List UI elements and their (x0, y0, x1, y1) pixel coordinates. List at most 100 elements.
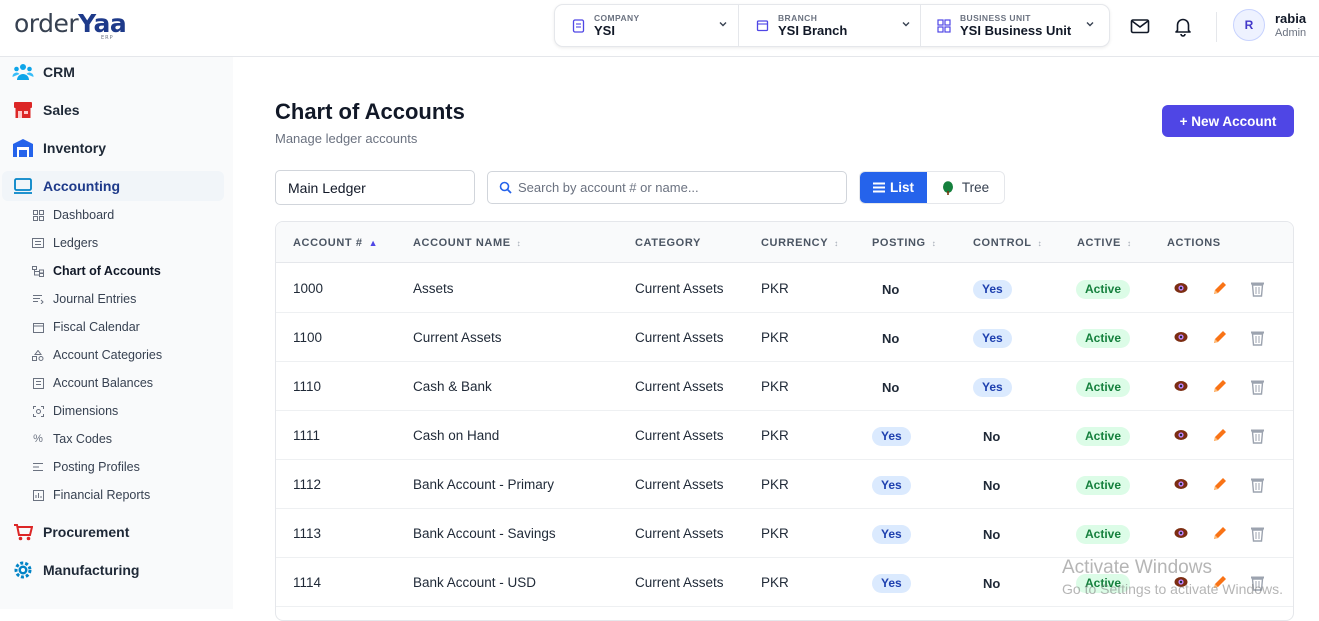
column-label: ACCOUNT NAME (413, 237, 511, 249)
sidebar-item-sales[interactable]: Sales (0, 95, 233, 125)
edit-icon[interactable] (1210, 377, 1228, 395)
table-row[interactable]: 1100 Current Assets Current Assets PKR No Yes… (276, 313, 1293, 362)
column-account-number[interactable]: ACCOUNT # ▲ (293, 237, 378, 249)
sidebar-subitem-label: Account Categories (53, 348, 163, 362)
user-name: rabia (1275, 11, 1307, 26)
sidebar-subitem-dashboard[interactable]: Dashboard (32, 204, 232, 226)
delete-icon[interactable] (1248, 377, 1266, 395)
column-active[interactable]: ACTIVE ↕ (1077, 237, 1132, 249)
column-currency[interactable]: CURRENCY ↕ (761, 237, 839, 249)
cart-icon (12, 521, 34, 543)
sidebar-item-label: Sales (43, 102, 80, 118)
sidebar-item-crm[interactable]: CRM (0, 57, 233, 87)
view-icon[interactable] (1172, 524, 1190, 542)
page-title: Chart of Accounts (275, 99, 465, 124)
list-view-button[interactable]: List (860, 172, 927, 203)
account-currency: PKR (761, 379, 789, 394)
account-currency: PKR (761, 477, 789, 492)
sidebar-subitem-label: Posting Profiles (53, 460, 140, 474)
column-control[interactable]: CONTROL ↕ (973, 237, 1042, 249)
edit-icon[interactable] (1210, 279, 1228, 297)
list-view-label: List (889, 180, 914, 195)
logo[interactable]: orderYaa (14, 9, 127, 38)
mail-icon[interactable] (1129, 15, 1151, 37)
account-name: Current Assets (413, 330, 502, 345)
control-value: No (983, 429, 1001, 444)
view-icon[interactable] (1172, 377, 1190, 395)
sidebar-subitem-label: Ledgers (53, 236, 99, 250)
view-icon[interactable] (1172, 328, 1190, 346)
edit-icon[interactable] (1210, 475, 1228, 493)
search-input[interactable]: Search by account # or name... (487, 171, 847, 204)
column-label: CATEGORY (635, 237, 701, 249)
avatar[interactable]: R (1233, 9, 1265, 41)
sidebar-subitem-ledgers[interactable]: Ledgers (32, 232, 232, 254)
sidebar-subitem-chart-of-accounts[interactable]: Chart of Accounts (32, 260, 232, 282)
account-category: Current Assets (635, 477, 724, 492)
tree-view-button[interactable]: Tree (927, 172, 1004, 203)
table-row[interactable]: 1112 Bank Account - Primary Current Assets… (276, 460, 1293, 509)
account-number: 1112 (293, 477, 322, 492)
sidebar-item-accounting[interactable]: Accounting (2, 171, 224, 201)
sidebar-subitem-label: Financial Reports (53, 488, 151, 502)
new-account-button[interactable]: + New Account (1162, 105, 1294, 137)
view-icon[interactable] (1172, 475, 1190, 493)
sidebar-item-procurement[interactable]: Procurement (0, 517, 233, 547)
status-badge: Active (1076, 476, 1131, 495)
sidebar-subitem-journal-entries[interactable]: Journal Entries (32, 288, 232, 310)
delete-icon[interactable] (1248, 475, 1266, 493)
business-unit-selector[interactable]: BUSINESS UNIT YSI Business Unit (920, 5, 1109, 46)
sidebar-subitem-dimensions[interactable]: Dimensions (32, 400, 232, 422)
table-row[interactable]: 1000 Assets Current Assets PKR No Yes Active (276, 264, 1293, 313)
sidebar-item-inventory[interactable]: Inventory (0, 133, 233, 163)
control-badge: Yes (973, 378, 1012, 397)
edit-icon[interactable] (1210, 426, 1228, 444)
account-number: 1113 (293, 526, 322, 541)
sidebar-subitem-label: Dimensions (53, 404, 119, 418)
delete-icon[interactable] (1248, 328, 1266, 346)
view-icon[interactable] (1172, 426, 1190, 444)
edit-icon[interactable] (1210, 524, 1228, 542)
sidebar-subitem-tax-codes[interactable]: % Tax Codes (32, 428, 232, 450)
delete-icon[interactable] (1248, 279, 1266, 297)
sidebar-item-manufacturing[interactable]: Manufacturing (0, 555, 233, 585)
dashboard-icon (32, 209, 44, 221)
account-category: Current Assets (635, 379, 724, 394)
sort-icon: ↕ (1126, 239, 1132, 248)
activation-watermark-title: Activate Windows (1062, 557, 1212, 578)
account-category: Current Assets (635, 330, 724, 345)
column-posting[interactable]: POSTING ↕ (872, 237, 936, 249)
column-label: ACTIONS (1167, 237, 1221, 249)
user-role: Admin (1275, 27, 1307, 39)
ledger-icon (32, 237, 44, 249)
status-badge: Active (1076, 280, 1131, 299)
delete-icon[interactable] (1248, 426, 1266, 444)
column-account-name[interactable]: ACCOUNT NAME ↕ (413, 237, 521, 249)
sidebar-item-label: Procurement (43, 524, 130, 540)
company-selector[interactable]: COMPANY YSI (555, 5, 738, 46)
column-label: ACCOUNT # (293, 237, 363, 249)
grid-icon (937, 18, 951, 33)
sidebar-subitem-fiscal-calendar[interactable]: Fiscal Calendar (32, 316, 232, 338)
view-icon[interactable] (1172, 279, 1190, 297)
chevron-down-icon (902, 22, 910, 27)
dimensions-icon (32, 405, 44, 417)
report-icon (32, 489, 44, 501)
account-category: Current Assets (635, 428, 724, 443)
branch-selector[interactable]: BRANCH YSI Branch (738, 5, 920, 46)
table-row[interactable]: 1111 Cash on Hand Current Assets PKR Yes No Ac… (276, 411, 1293, 460)
sidebar-subitem-account-balances[interactable]: Account Balances (32, 372, 232, 394)
sidebar-subitem-account-categories[interactable]: Account Categories (32, 344, 232, 366)
table-row[interactable]: 1110 Cash & Bank Current Assets PKR No Yes Act… (276, 362, 1293, 411)
table-row[interactable]: 1113 Bank Account - Savings Current Assets… (276, 509, 1293, 558)
control-badge: Yes (973, 280, 1012, 299)
account-number: 1111 (293, 428, 321, 443)
edit-icon[interactable] (1210, 328, 1228, 346)
sidebar-subitem-posting-profiles[interactable]: Posting Profiles (32, 456, 232, 478)
ledger-select[interactable]: Main Ledger (275, 170, 475, 205)
sidebar-subitem-financial-reports[interactable]: Financial Reports (32, 484, 232, 506)
account-name: Cash & Bank (413, 379, 492, 394)
column-label: CONTROL (973, 237, 1032, 249)
delete-icon[interactable] (1248, 524, 1266, 542)
bell-icon[interactable] (1172, 15, 1194, 37)
